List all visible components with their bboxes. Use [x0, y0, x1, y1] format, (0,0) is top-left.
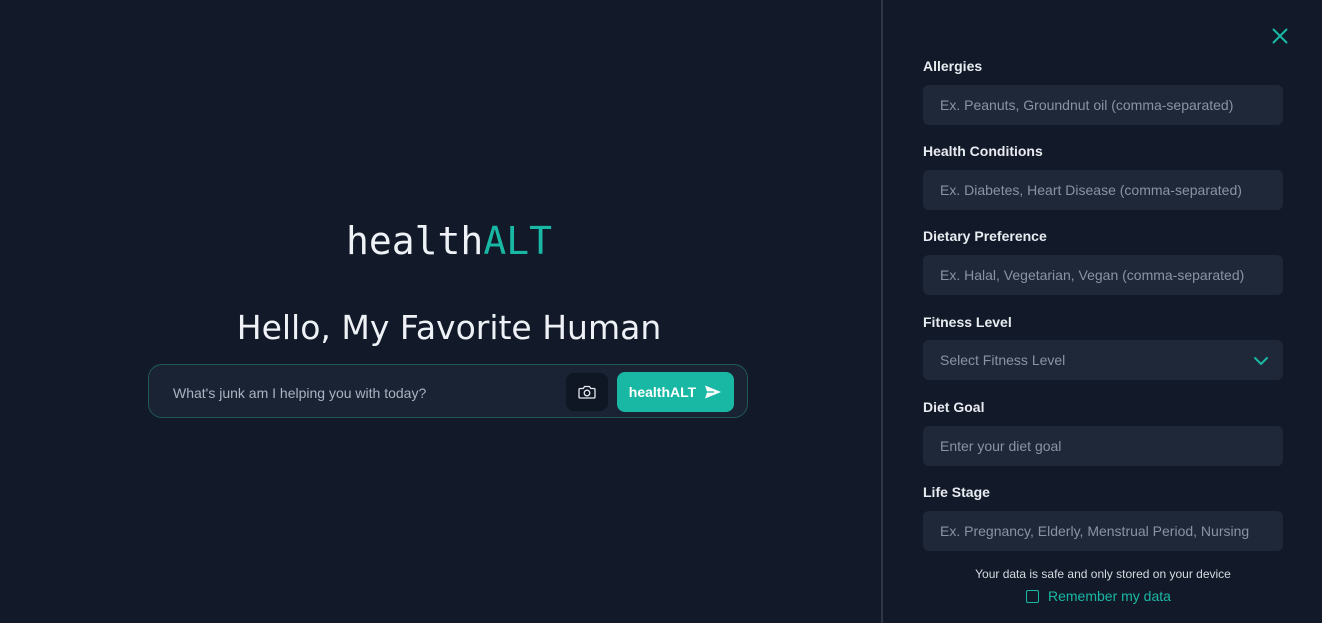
remember-data-label: Remember my data — [1048, 588, 1171, 604]
life-stage-input[interactable] — [923, 511, 1283, 551]
brand-logo: healthALT — [0, 217, 898, 265]
remember-data-checkbox[interactable] — [1026, 589, 1039, 603]
chevron-down-icon — [1254, 357, 1268, 365]
privacy-note: Your data is safe and only stored on you… — [975, 567, 1231, 581]
prompt-input[interactable] — [159, 373, 575, 413]
main-area: healthALT Hello, My Favorite Human healt… — [0, 0, 881, 623]
fitness-level-label: Fitness Level — [923, 314, 1012, 330]
life-stage-label: Life Stage — [923, 484, 990, 500]
close-button[interactable] — [1271, 27, 1289, 45]
health-conditions-label: Health Conditions — [923, 143, 1043, 159]
camera-button[interactable] — [566, 373, 608, 411]
app-root: healthALT Hello, My Favorite Human healt… — [0, 0, 1322, 623]
send-arrow-icon — [705, 385, 722, 399]
fitness-level-selected: Select Fitness Level — [940, 352, 1066, 368]
allergies-input[interactable] — [923, 85, 1283, 125]
remember-data-toggle[interactable]: Remember my data — [1026, 588, 1171, 604]
allergies-label: Allergies — [923, 58, 983, 74]
greeting-heading: Hello, My Favorite Human — [236, 308, 662, 347]
fitness-level-select[interactable]: Select Fitness Level — [923, 340, 1283, 380]
diet-goal-input[interactable] — [923, 426, 1283, 466]
send-button[interactable]: healthALT — [617, 372, 734, 412]
brand-logo-part-a: health — [346, 219, 484, 263]
camera-icon — [578, 385, 596, 399]
dietary-preference-label: Dietary Preference — [923, 228, 1047, 244]
health-conditions-input[interactable] — [923, 170, 1283, 210]
dietary-preference-input[interactable] — [923, 255, 1283, 295]
brand-logo-part-b: ALT — [483, 219, 552, 263]
prompt-bar: healthALT — [148, 364, 748, 418]
send-button-label: healthALT — [628, 384, 697, 400]
profile-panel: Allergies Health Conditions Dietary Pref… — [883, 0, 1322, 623]
diet-goal-label: Diet Goal — [923, 399, 985, 415]
close-icon — [1272, 28, 1288, 44]
